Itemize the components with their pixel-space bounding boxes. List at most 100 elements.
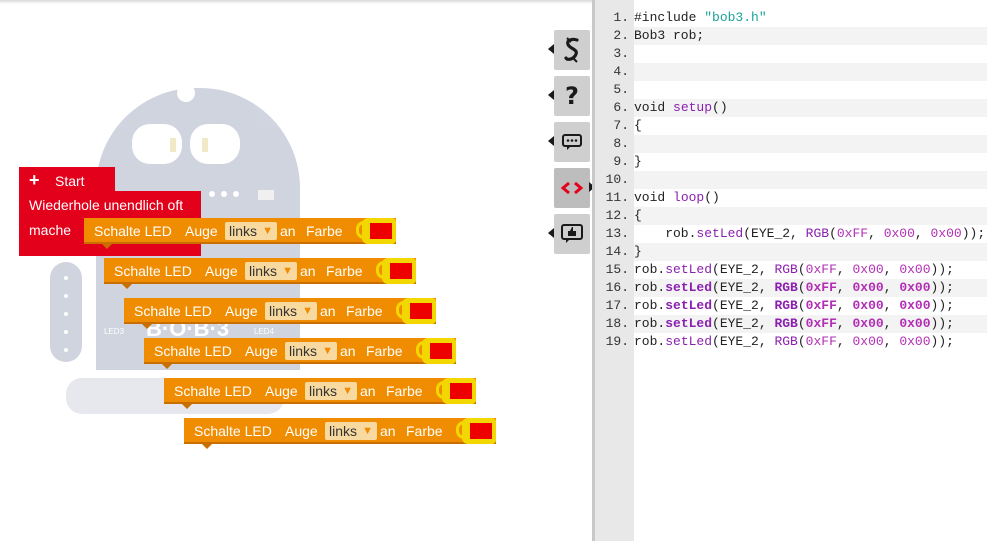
color-value-block[interactable] <box>382 258 416 284</box>
line-number: 6. <box>613 100 629 115</box>
color-swatch[interactable] <box>410 303 432 319</box>
code-line[interactable]: 11. void loop() <box>595 189 987 207</box>
comment-button[interactable] <box>554 122 590 162</box>
code-line[interactable]: 16. rob.setLed(EYE_2, RGB(0xFF, 0x00, 0x0… <box>595 279 987 297</box>
code-token: )); <box>930 298 954 313</box>
eye-side-dropdown[interactable]: links ▼ <box>225 222 277 240</box>
color-value-block[interactable] <box>442 378 476 404</box>
help-icon: ? <box>565 82 579 110</box>
eye-side-dropdown[interactable]: links ▼ <box>325 422 377 440</box>
dropdown-arrow-icon: ▼ <box>302 305 313 317</box>
eye-label: Auge <box>265 383 298 399</box>
code-token: (EYE_2, <box>712 298 775 313</box>
line-number: 10. <box>605 172 629 187</box>
block-connector <box>182 404 192 409</box>
color-label: Farbe <box>386 383 423 399</box>
code-token: 0x00 <box>852 316 884 331</box>
eye-side-dropdown[interactable]: links ▼ <box>285 342 337 360</box>
block-connector <box>142 324 152 329</box>
code-token: } <box>634 154 642 169</box>
code-text: rob.setLed(EYE_2, RGB(0xFF, 0x00, 0x00))… <box>634 315 987 333</box>
code-token: 0x00 <box>899 262 931 277</box>
color-swatch[interactable] <box>390 263 412 279</box>
block-workspace[interactable]: B·O·B·3 LED3 LED4 + Start Wiederhole unen… <box>0 0 592 541</box>
code-line[interactable]: 8. <box>595 135 987 153</box>
robot-antenna-hole <box>177 84 195 102</box>
set-led-block[interactable]: Schalte LED Auge links ▼ an Farbe <box>144 338 456 369</box>
code-text: Bob3 rob; <box>634 27 987 45</box>
code-line[interactable]: 5. <box>595 81 987 99</box>
code-line[interactable]: 18. rob.setLed(EYE_2, RGB(0xFF, 0x00, 0x0… <box>595 315 987 333</box>
code-token: { <box>634 118 642 133</box>
color-swatch[interactable] <box>430 343 452 359</box>
code-token: )); <box>930 334 954 349</box>
code-text: } <box>634 153 987 171</box>
set-led-block[interactable]: Schalte LED Auge links ▼ an Farbe <box>164 378 476 409</box>
code-line[interactable]: 6. void setup() <box>595 99 987 117</box>
eye-side-dropdown[interactable]: links ▼ <box>245 262 297 280</box>
code-text <box>634 171 987 189</box>
color-value-block[interactable] <box>422 338 456 364</box>
code-line[interactable]: 17. rob.setLed(EYE_2, RGB(0xFF, 0x00, 0x0… <box>595 297 987 315</box>
code-line[interactable]: 9.} <box>595 153 987 171</box>
code-text <box>634 45 987 63</box>
code-token: setLed <box>665 334 713 349</box>
set-led-label: Schalte LED <box>174 383 252 399</box>
code-text: rob.setLed(EYE_2, RGB(0xFF, 0x00, 0x00))… <box>634 333 987 351</box>
set-led-block[interactable]: Schalte LED Auge links ▼ an Farbe <box>84 218 396 249</box>
code-line[interactable]: 13. rob.setLed(EYE_2, RGB(0xFF, 0x00, 0x… <box>595 225 987 243</box>
set-led-block[interactable]: Schalte LED Auge links ▼ an Farbe <box>184 418 496 449</box>
color-swatch[interactable] <box>470 423 492 439</box>
code-line[interactable]: 10. <box>595 171 987 189</box>
code-line[interactable]: 4. <box>595 63 987 81</box>
color-label: Farbe <box>326 263 363 279</box>
code-token: ( <box>797 280 806 295</box>
color-value-block[interactable] <box>402 298 436 324</box>
color-swatch[interactable] <box>370 223 392 239</box>
code-editor[interactable]: 1. #include "bob3.h" 2. Bob3 rob; 3. 4. 5. 6… <box>595 0 987 541</box>
set-led-block[interactable]: Schalte LED Auge links ▼ an Farbe <box>104 258 416 289</box>
color-value-block[interactable] <box>462 418 496 444</box>
serial-monitor-button[interactable] <box>554 30 590 70</box>
code-token: 0x00 <box>899 334 931 349</box>
code-line[interactable]: 14.} <box>595 243 987 261</box>
code-line[interactable]: 7. { <box>595 117 987 135</box>
code-line[interactable]: 15. rob.setLed(EYE_2, RGB(0xFF, 0x00, 0x0… <box>595 261 987 279</box>
feedback-button[interactable] <box>554 214 590 254</box>
line-number: 12. <box>605 208 629 223</box>
code-line[interactable]: 3. <box>595 45 987 63</box>
code-text: void loop() <box>634 189 987 207</box>
code-token: 0xFF <box>805 280 837 295</box>
eye-side-value: links <box>329 423 358 439</box>
dropdown-arrow-icon: ▼ <box>322 345 333 357</box>
code-token: ( <box>829 226 837 241</box>
code-line[interactable]: 2. Bob3 rob; <box>595 27 987 45</box>
help-button[interactable]: ? <box>554 76 590 116</box>
code-line[interactable]: 12. { <box>595 207 987 225</box>
code-token: , <box>883 334 900 349</box>
code-token: , <box>883 280 900 295</box>
set-led-label: Schalte LED <box>114 263 192 279</box>
on-label: an <box>300 263 316 279</box>
code-text: rob.setLed(EYE_2, RGB(0xFF, 0x00, 0x00))… <box>634 225 987 243</box>
set-led-block[interactable]: Schalte LED Auge links ▼ an Farbe <box>124 298 436 329</box>
code-text: rob.setLed(EYE_2, RGB(0xFF, 0x00, 0x00))… <box>634 261 987 279</box>
code-line[interactable]: 1. #include "bob3.h" <box>595 9 987 27</box>
line-number: 5. <box>613 82 629 97</box>
eye-side-dropdown[interactable]: links ▼ <box>305 382 357 400</box>
set-led-label: Schalte LED <box>94 223 172 239</box>
line-number: 9. <box>613 154 629 169</box>
color-value-block[interactable] <box>362 218 396 244</box>
code-line[interactable]: 19. rob.setLed(EYE_2, RGB(0xFF, 0x00, 0x0… <box>595 333 987 351</box>
line-number: 11. <box>605 190 629 205</box>
code-token: 0x00 <box>852 262 884 277</box>
code-view-button[interactable] <box>554 168 590 208</box>
color-swatch[interactable] <box>450 383 472 399</box>
robot-right-eye-led <box>202 138 208 152</box>
code-token: rob. <box>634 226 697 241</box>
eye-side-dropdown[interactable]: links ▼ <box>265 302 317 320</box>
code-token: , <box>883 316 900 331</box>
